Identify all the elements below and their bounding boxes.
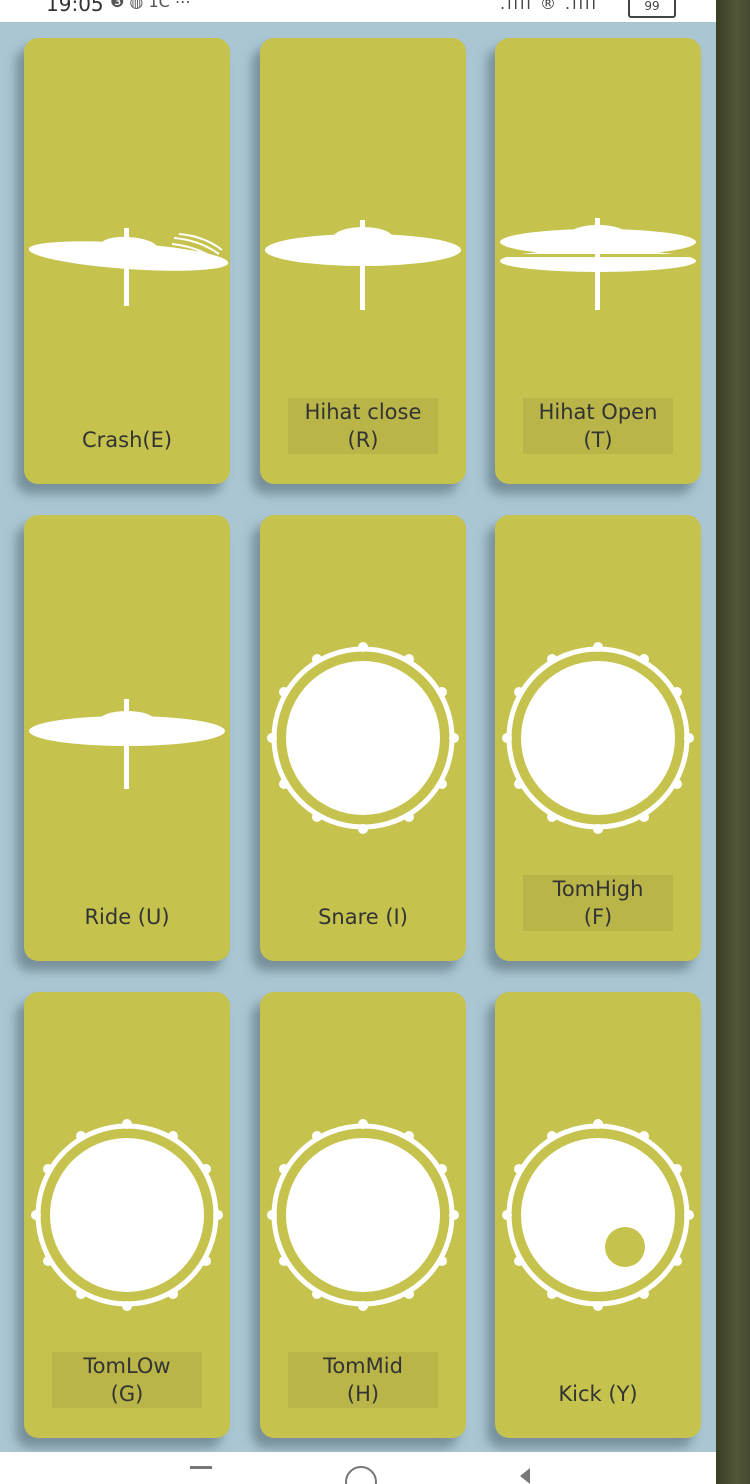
hihat-open-icon xyxy=(499,218,697,310)
back-icon[interactable] xyxy=(520,1468,530,1484)
pad-label: TomLOw (G) xyxy=(52,1352,202,1408)
pad-snare[interactable]: Snare (I) xyxy=(260,515,466,961)
battery-icon: 99 xyxy=(628,0,676,18)
pad-label: Crash(E) xyxy=(81,428,173,452)
hihat-closed-icon xyxy=(265,220,461,310)
notification-icons: ❸ ◍ 1C ⋯ xyxy=(110,0,191,11)
tom-low-drum-icon xyxy=(31,1119,223,1311)
snare-drum-icon xyxy=(267,642,459,834)
pad-tom-high[interactable]: TomHigh (F) xyxy=(495,515,701,961)
home-icon[interactable] xyxy=(345,1466,377,1484)
tom-mid-drum-icon xyxy=(267,1119,459,1311)
pad-label: Hihat Open (T) xyxy=(523,398,673,454)
pad-kick[interactable]: Kick (Y) xyxy=(495,992,701,1438)
pad-label: Kick (Y) xyxy=(558,1382,638,1406)
pad-label: Snare (I) xyxy=(318,905,408,929)
status-time: 19:05 xyxy=(46,0,104,16)
tom-high-drum-icon xyxy=(502,642,694,834)
status-bar: 19:05 ❸ ◍ 1C ⋯ .ııll ® .ııll 99 xyxy=(0,0,716,22)
pad-tom-low[interactable]: TomLOw (G) xyxy=(24,992,230,1438)
background-edge xyxy=(716,0,750,1484)
drum-kit-screen: 19:05 ❸ ◍ 1C ⋯ .ııll ® .ııll 99 Crash(E)… xyxy=(0,0,716,1484)
pad-tom-mid[interactable]: TomMid (H) xyxy=(260,992,466,1438)
kick-drum-icon xyxy=(502,1119,694,1311)
pad-label: Hihat close (R) xyxy=(288,398,438,454)
signal-icon: .ııll ® .ııll xyxy=(500,0,598,13)
recents-icon[interactable] xyxy=(190,1466,212,1473)
pad-ride[interactable]: Ride (U) xyxy=(24,515,230,961)
pad-label: TomMid (H) xyxy=(288,1352,438,1408)
pad-crash[interactable]: Crash(E) xyxy=(24,38,230,484)
pad-hihat-close[interactable]: Hihat close (R) xyxy=(260,38,466,484)
ride-cymbal-icon xyxy=(29,699,225,789)
pad-label: Ride (U) xyxy=(84,905,170,929)
navigation-bar xyxy=(0,1452,716,1484)
pad-label: TomHigh (F) xyxy=(523,875,673,931)
pad-hihat-open[interactable]: Hihat Open (T) xyxy=(495,38,701,484)
crash-cymbal-icon xyxy=(28,228,229,306)
